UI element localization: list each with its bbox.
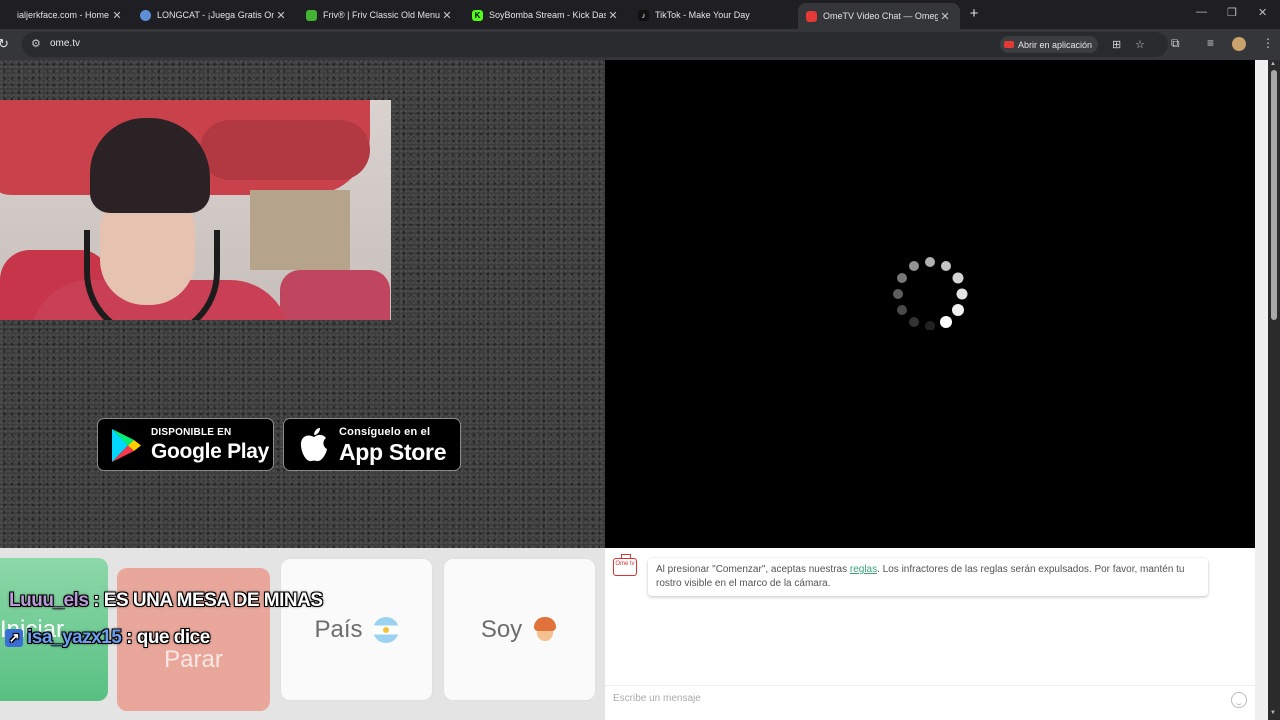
country-button-label: País: [314, 615, 363, 643]
camera-chair-right: [280, 270, 390, 320]
tab-3-title: SoyBomba Stream - Kick Dashb: [489, 10, 606, 20]
tab-5-close-icon[interactable]: ✕: [938, 10, 952, 23]
ometv-logo-icon: Ome tv: [613, 554, 637, 576]
tab-4[interactable]: ♪ TikTok - Make Your Day: [630, 3, 796, 27]
stop-button-label: Parar: [164, 645, 223, 673]
message-input[interactable]: Escribe un mensaje: [605, 685, 1255, 711]
overlay-chat-line-1: Luuu_els : ES UNA MESA DE MINAS: [9, 590, 323, 612]
tab-strip: ialjerkface.com - Home Of H ✕ LONGCAT - …: [0, 0, 1280, 29]
argentina-flag-icon: [372, 616, 399, 643]
system-message-text-1: Al presionar "Comenzar", aceptas nuestra…: [656, 564, 850, 575]
tab-0-favicon-icon: [0, 10, 11, 21]
google-play-small: DISPONIBLE EN: [151, 427, 232, 438]
tab-1-favicon-icon: [140, 9, 151, 21]
minimize-icon[interactable]: —: [1196, 6, 1207, 18]
url-text[interactable]: ome.tv: [50, 38, 80, 49]
tab-1-title: LONGCAT - ¡Juega Gratis Onlin: [157, 10, 274, 20]
bookmark-star-icon[interactable]: ☆: [1135, 38, 1145, 51]
loading-spinner-icon: [893, 257, 968, 330]
profile-avatar[interactable]: [1232, 37, 1246, 51]
chat-panel: Ome tv Al presionar "Comenzar", aceptas …: [605, 548, 1255, 720]
tab-4-tiktok-icon: ♪: [638, 9, 649, 21]
tab-3[interactable]: K SoyBomba Stream - Kick Dashb ✕: [464, 3, 628, 27]
extensions-icon[interactable]: ⧉: [1171, 36, 1180, 51]
tab-0-close-icon[interactable]: ✕: [110, 9, 124, 22]
translate-icon[interactable]: ⊞: [1112, 38, 1121, 51]
tab-2[interactable]: Friv® | Friv Classic Old Menu ✕: [298, 3, 462, 27]
message-input-placeholder: Escribe un mensaje: [613, 693, 701, 704]
omnibox[interactable]: ⚙ ome.tv Abrir en aplicación ⊞ ☆: [22, 32, 1168, 57]
overlay-chat-text-1: : ES UNA MESA DE MINAS: [93, 590, 323, 611]
badge-icon: ↗: [5, 628, 23, 647]
overlay-chat-user-2: isa_yazx15: [27, 627, 122, 648]
self-video-area: DISPONIBLE EN Google Play Consíguelo en …: [0, 60, 605, 548]
app-store-badge[interactable]: Consíguelo en el App Store: [283, 418, 461, 471]
tab-5-title: OmeTV Video Chat — Omegle: [823, 11, 938, 21]
tab-3-kick-icon: K: [472, 9, 483, 21]
emoji-icon[interactable]: [1231, 692, 1247, 708]
site-info-icon[interactable]: ⚙: [31, 38, 43, 50]
system-message: Al presionar "Comenzar", aceptas nuestra…: [648, 558, 1208, 596]
gender-button[interactable]: Soy: [443, 558, 596, 701]
google-play-big: Google Play: [151, 440, 270, 463]
open-in-app-button[interactable]: Abrir en aplicación: [1000, 36, 1099, 53]
restore-icon[interactable]: ❐: [1227, 6, 1237, 19]
self-camera-feed: [0, 100, 391, 320]
camera-person-headset: [84, 230, 220, 320]
page: DISPONIBLE EN Google Play Consíguelo en …: [0, 60, 1280, 720]
camera-bg-shelf: [250, 190, 350, 270]
camera-bg-blanket-fold: [200, 120, 370, 180]
scroll-thumb[interactable]: [1271, 70, 1277, 320]
tab-4-title: TikTok - Make Your Day: [655, 10, 750, 20]
reload-icon[interactable]: ↻: [0, 36, 9, 52]
overlay-chat-text-2: : que dice: [126, 627, 210, 648]
google-play-icon: [112, 429, 141, 462]
tab-0[interactable]: ialjerkface.com - Home Of H ✕: [0, 3, 132, 27]
open-in-app-label: Abrir en aplicación: [1018, 39, 1093, 50]
media-queue-icon[interactable]: ≡: [1207, 36, 1214, 50]
new-tab-icon[interactable]: +: [965, 6, 983, 24]
tab-5-active[interactable]: OmeTV Video Chat — Omegle ✕: [798, 3, 960, 29]
tab-5-ometv-icon: [806, 10, 817, 22]
tab-2-title: Friv® | Friv Classic Old Menu: [323, 10, 440, 20]
app-store-big: App Store: [339, 439, 447, 465]
page-scrollbar[interactable]: ▲ ▼: [1268, 60, 1280, 720]
tab-3-close-icon[interactable]: ✕: [606, 9, 620, 22]
gender-button-label: Soy: [480, 615, 523, 643]
close-window-icon[interactable]: ✕: [1258, 6, 1267, 19]
overlay-chat-line-2: ↗ isa_yazx15 : que dice: [5, 627, 210, 649]
address-bar: ↻ ⚙ ome.tv Abrir en aplicación ⊞ ☆ ⧉ ≡ ⋮: [0, 29, 1280, 60]
tab-1[interactable]: LONGCAT - ¡Juega Gratis Onlin ✕: [132, 3, 296, 27]
app-store-small: Consíguelo en el: [339, 426, 431, 438]
stranger-video-area: [605, 60, 1255, 548]
boy-avatar-icon: [532, 616, 558, 643]
tab-2-close-icon[interactable]: ✕: [440, 9, 454, 22]
google-play-badge[interactable]: DISPONIBLE EN Google Play: [97, 418, 274, 471]
scroll-down-icon[interactable]: ▼: [1270, 710, 1276, 716]
country-button[interactable]: País: [280, 558, 433, 701]
tab-0-title: ialjerkface.com - Home Of H: [17, 10, 110, 20]
rules-link[interactable]: reglas: [850, 564, 877, 575]
scroll-up-icon[interactable]: ▲: [1270, 61, 1276, 67]
tab-2-favicon-icon: [306, 9, 317, 21]
app-icon: [1004, 41, 1014, 48]
tab-1-close-icon[interactable]: ✕: [274, 9, 288, 22]
overlay-chat-user-1: Luuu_els: [9, 590, 89, 611]
menu-icon[interactable]: ⋮: [1262, 36, 1274, 50]
apple-icon: [300, 428, 327, 462]
